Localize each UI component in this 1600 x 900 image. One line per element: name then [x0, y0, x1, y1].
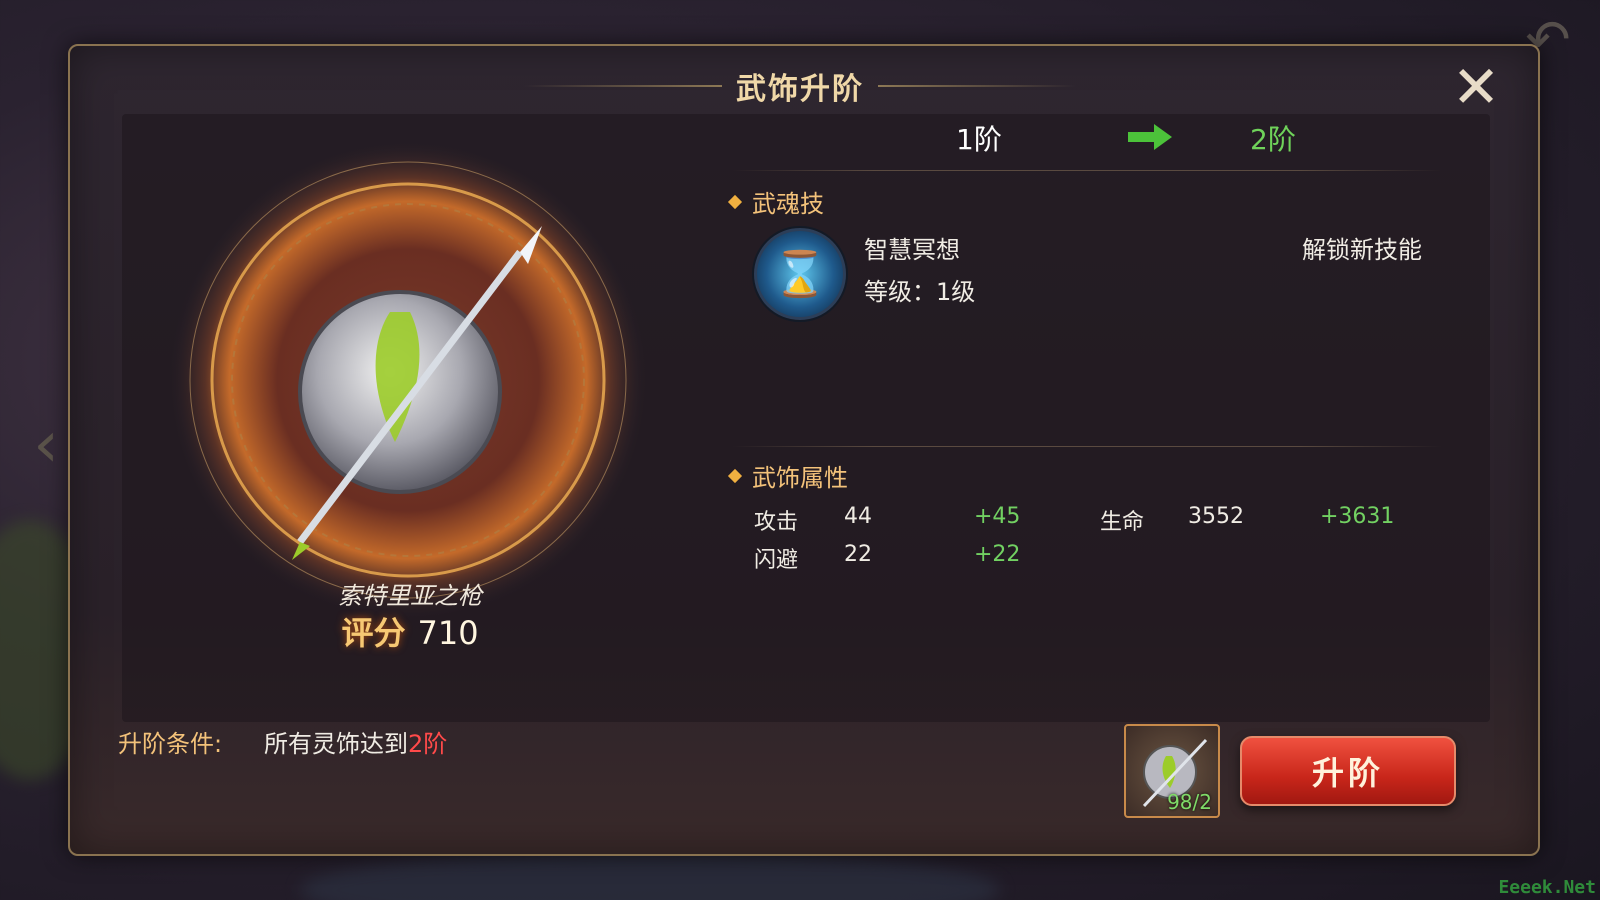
attr-bonus: +3631: [1320, 504, 1395, 529]
upgrade-button[interactable]: 升阶: [1240, 736, 1456, 806]
attr-section-title: 武饰属性: [752, 464, 848, 492]
weapon-emblem: [170, 142, 646, 618]
upgrade-dialog: 武饰升阶 ✕ 索特里亚之枪 评分 710 1阶 2阶 武魂技 ⌛ 智慧冥想 等级…: [68, 44, 1540, 856]
skill-level: 等级：1级: [864, 278, 976, 306]
item-score: 评分 710: [290, 608, 530, 654]
divider-top: [732, 170, 1442, 171]
stage-transition: 1阶 2阶: [810, 118, 1430, 168]
diamond-icon: [727, 468, 743, 483]
skill-section-header: 武魂技: [727, 184, 824, 219]
title-ornament-right: [878, 85, 1076, 87]
attr-name: 攻击: [754, 510, 799, 535]
current-stage: 1阶: [956, 123, 1002, 156]
unlock-skill-text: 解锁新技能: [1302, 236, 1422, 264]
condition-text: 所有灵饰达到2阶: [264, 724, 447, 759]
diamond-icon: [727, 194, 743, 209]
arrow-right-icon: [1128, 124, 1172, 150]
watermark: Eeeek.Net: [1498, 877, 1596, 898]
background-decoration: [300, 850, 1000, 900]
title-ornament-left: [524, 85, 722, 87]
divider-middle: [732, 446, 1442, 447]
material-count: 98/2: [1167, 790, 1212, 814]
attr-name: 生命: [1100, 510, 1145, 535]
condition-label: 升阶条件:: [118, 730, 223, 758]
skill-name: 智慧冥想: [864, 236, 960, 264]
skill-section-title: 武魂技: [752, 190, 824, 218]
condition-main-text: 所有灵饰达到: [264, 730, 408, 758]
item-name: 索特里亚之枪: [338, 582, 482, 610]
attr-bonus: +45: [974, 504, 1021, 529]
hourglass-icon: ⌛: [772, 249, 828, 300]
next-stage: 2阶: [1250, 123, 1296, 156]
score-value: 710: [417, 614, 479, 652]
close-icon: ✕: [1451, 53, 1501, 121]
attr-bonus: +22: [974, 542, 1021, 567]
left-arrow-icon: ‹: [33, 408, 59, 482]
dialog-header: 武饰升阶: [510, 62, 1090, 110]
dialog-title: 武饰升阶: [736, 72, 864, 107]
attr-value: 22: [844, 542, 872, 567]
attr-value: 44: [844, 504, 872, 529]
attr-name: 闪避: [754, 548, 799, 573]
material-slot[interactable]: 98/2: [1124, 724, 1220, 818]
close-button[interactable]: ✕: [1446, 58, 1506, 116]
score-label: 评分: [341, 614, 406, 652]
condition-highlight: 2阶: [408, 730, 448, 758]
skill-icon[interactable]: ⌛: [754, 228, 846, 320]
attr-value: 3552: [1188, 504, 1244, 529]
attr-section-header: 武饰属性: [727, 458, 848, 493]
